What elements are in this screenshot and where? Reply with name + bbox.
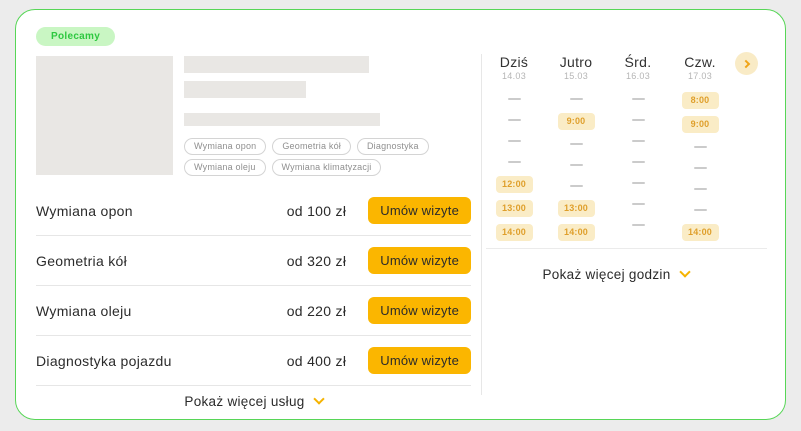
service-name: Wymiana opon [36,203,287,219]
slot-unavailable-dash [632,98,645,100]
tag-list: Wymiana opon Geometria kół Diagnostyka Wymi… [184,138,434,176]
schedule-divider [486,248,767,249]
book-visit-button[interactable]: Umów wizyte [368,197,471,224]
skeleton-line [184,113,380,126]
time-slot-pill[interactable]: 12:00 [496,176,533,193]
service-row: Diagnostyka pojazdu od 400 zł Umów wizyt… [36,336,471,386]
book-visit-button[interactable]: Umów wizyte [368,347,471,374]
day-date: 17.03 [672,71,728,81]
service-tag-chip: Diagnostyka [357,138,429,155]
day-date: 14.03 [486,71,542,81]
day-columns: Dziś 14.03 12:00 13:00 14:00 Jutro 15.03 9… [486,54,769,244]
day-date: 15.03 [548,71,604,81]
day-slots: 12:00 13:00 14:00 [486,88,542,244]
slot-unavailable-dash [508,98,521,100]
show-more-hours-button[interactable]: Pokaż więcej godzin [486,259,745,289]
recommended-badge: Polecamy [36,27,115,46]
time-slot-pill[interactable]: 14:00 [496,224,533,241]
slot-unavailable-dash [570,164,583,166]
time-slot-pill[interactable]: 14:00 [558,224,595,241]
service-name: Geometria kół [36,253,287,269]
book-visit-button[interactable]: Umów wizyte [368,247,471,274]
slot-unavailable-dash [694,167,707,169]
slot-unavailable-dash [694,188,707,190]
service-tag-chip: Wymiana klimatyzacji [272,159,382,176]
slot-unavailable-dash [632,203,645,205]
time-slot-pill[interactable]: 14:00 [682,224,719,241]
service-name: Diagnostyka pojazdu [36,353,287,369]
booking-card: Polecamy Wymiana opon Geometria kół Diagno… [15,9,786,420]
next-days-button[interactable] [735,52,758,75]
service-tag-chip: Geometria kół [272,138,351,155]
day-slots: 8:00 9:00 14:00 [672,88,728,244]
slot-unavailable-dash [632,119,645,121]
day-date: 16.03 [610,71,666,81]
slot-unavailable-dash [570,185,583,187]
day-label: Śrd. [610,54,666,70]
schedule-panel: Dziś 14.03 12:00 13:00 14:00 Jutro 15.03 9… [486,26,769,403]
day-slots: 9:00 13:00 14:00 [548,88,604,244]
slot-unavailable-dash [632,161,645,163]
book-visit-button[interactable]: Umów wizyte [368,297,471,324]
time-slot-pill[interactable]: 9:00 [558,113,595,130]
services-panel: Polecamy Wymiana opon Geometria kół Diagno… [36,26,471,403]
service-price: od 400 zł [287,353,347,369]
service-tag-chip: Wymiana opon [184,138,266,155]
day-slots [610,88,666,235]
service-price: od 320 zł [287,253,347,269]
time-slot-pill[interactable]: 13:00 [496,200,533,217]
service-row: Wymiana oleju od 220 zł Umów wizyte [36,286,471,336]
slot-unavailable-dash [570,98,583,100]
day-column: Jutro 15.03 9:00 13:00 14:00 [548,54,604,244]
chevron-right-icon [741,59,749,67]
day-column: Czw. 17.03 8:00 9:00 14:00 [672,54,728,244]
slot-unavailable-dash [694,146,707,148]
business-profile: Wymiana opon Geometria kół Diagnostyka Wymi… [36,56,471,175]
service-row: Wymiana opon od 100 zł Umów wizyte [36,186,471,236]
chevron-down-icon [679,266,690,277]
slot-unavailable-dash [632,182,645,184]
time-slot-pill[interactable]: 8:00 [682,92,719,109]
slot-unavailable-dash [694,209,707,211]
service-price: od 100 zł [287,203,347,219]
slot-unavailable-dash [632,224,645,226]
slot-unavailable-dash [570,143,583,145]
service-tag-chip: Wymiana oleju [184,159,266,176]
slot-unavailable-dash [632,140,645,142]
service-name: Wymiana oleju [36,303,287,319]
slot-unavailable-dash [508,161,521,163]
show-more-services-label: Pokaż więcej usług [184,394,304,409]
day-column: Dziś 14.03 12:00 13:00 14:00 [486,54,542,244]
business-meta: Wymiana opon Geometria kół Diagnostyka Wymi… [184,56,434,175]
skeleton-line [184,56,369,73]
slot-unavailable-dash [508,140,521,142]
panel-divider [481,54,482,395]
day-column: Śrd. 16.03 [610,54,666,244]
day-label: Czw. [672,54,728,70]
skeleton-line [184,81,306,98]
day-label: Dziś [486,54,542,70]
service-row: Geometria kół od 320 zł Umów wizyte [36,236,471,286]
slot-unavailable-dash [508,119,521,121]
chevron-down-icon [313,393,324,404]
time-slot-pill[interactable]: 13:00 [558,200,595,217]
service-price: od 220 zł [287,303,347,319]
show-more-hours-label: Pokaż więcej godzin [542,267,670,282]
service-list: Wymiana opon od 100 zł Umów wizyte Geome… [36,186,471,386]
time-slot-pill[interactable]: 9:00 [682,116,719,133]
business-photo-placeholder [36,56,173,175]
day-label: Jutro [548,54,604,70]
show-more-services-button[interactable]: Pokaż więcej usług [36,386,471,416]
